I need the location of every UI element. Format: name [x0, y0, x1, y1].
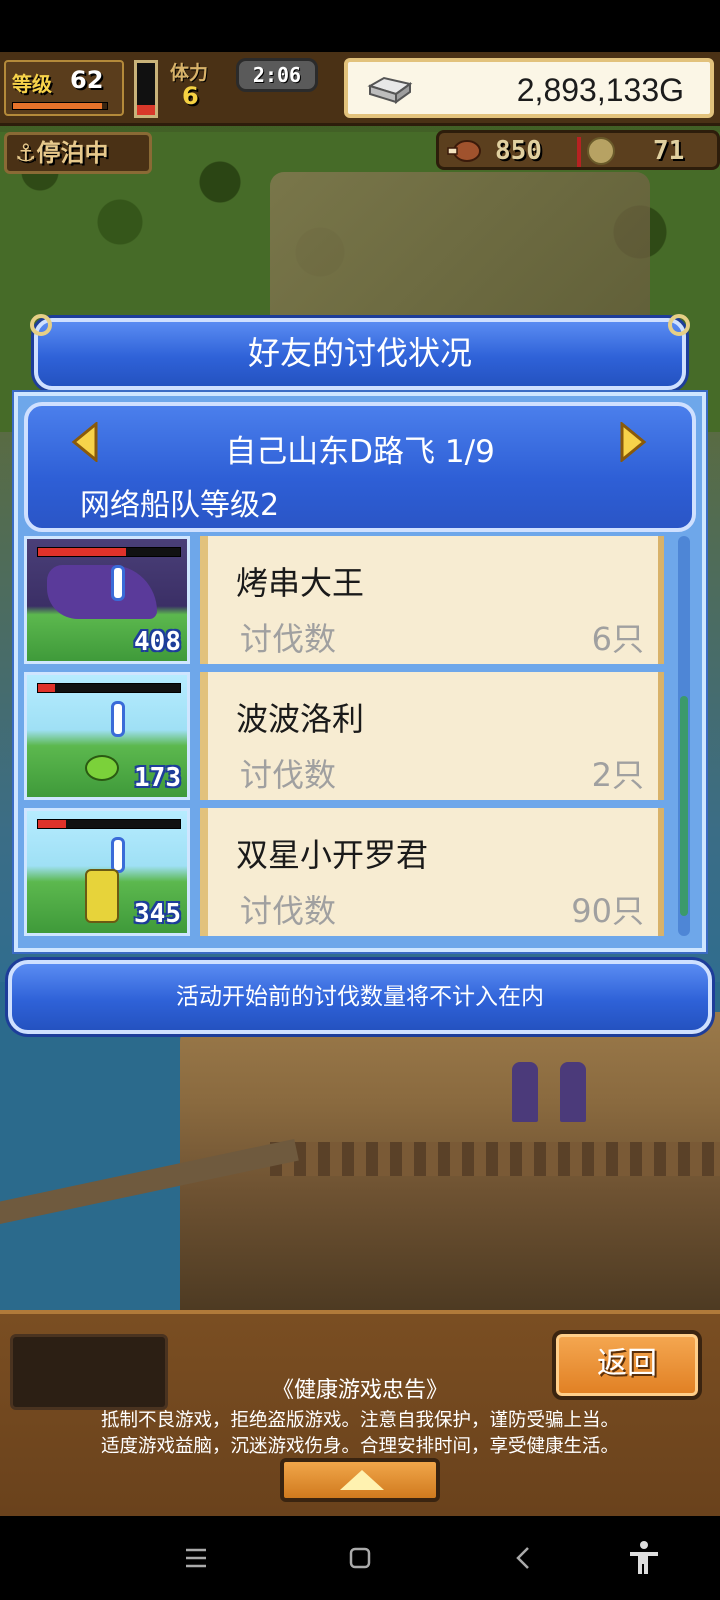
- stamina-gauge: [134, 60, 158, 118]
- anchor-icon: ⚓: [15, 139, 37, 167]
- exclamation-icon: [111, 701, 125, 737]
- expand-menu-button[interactable]: [280, 1458, 440, 1502]
- fleet-level: 网络船队等级2: [80, 488, 280, 523]
- hunt-count-value: 90只: [571, 892, 644, 930]
- friend-name: 自己山东D路飞 1/9: [225, 434, 495, 470]
- hp-bar-fill: [38, 684, 56, 692]
- chevron-right-icon[interactable]: [618, 422, 648, 462]
- harbor-status-text: 停泊中: [36, 139, 109, 167]
- home-icon[interactable]: [340, 1538, 380, 1578]
- list-item[interactable]: 345 双星小开罗君 讨伐数 90只: [24, 808, 674, 940]
- monster-sprite: [47, 565, 157, 619]
- monster-name: 双星小开罗君: [236, 836, 429, 874]
- medal-icon: [587, 137, 615, 165]
- menu-icon[interactable]: [176, 1538, 216, 1578]
- list-item[interactable]: 408 烤串大王 讨伐数 6只: [24, 536, 674, 668]
- top-hud: 等级 62 体力 6 2:06 2,893,133G: [0, 52, 720, 126]
- hunt-count-value: 2只: [591, 756, 644, 794]
- monster-sprite: [85, 869, 119, 923]
- hp-bar-fill: [38, 820, 67, 828]
- monster-name: 波波洛利: [236, 700, 365, 738]
- hunt-count-label: 讨伐数: [240, 892, 337, 930]
- exclamation-icon: [111, 837, 125, 873]
- crew-member: [512, 1062, 538, 1122]
- monster-thumbnail: 345: [24, 808, 190, 936]
- hunt-count-label: 讨伐数: [240, 620, 337, 658]
- hunt-card: 波波洛利 讨伐数 2只: [200, 672, 664, 800]
- harbor-status-badge: ⚓停泊中: [4, 132, 152, 174]
- friend-hunt-panel: 自己山东D路飞 1/9 网络船队等级2 408 烤串大王 讨伐数 6只 173 …: [14, 392, 706, 952]
- caret-up-icon: [340, 1470, 384, 1490]
- stamina-timer: 2:06: [236, 58, 318, 92]
- resource-divider: [577, 137, 581, 167]
- level-label: 等级: [12, 72, 52, 96]
- level-value: 62: [70, 66, 104, 94]
- level-progress-bar: [12, 102, 108, 110]
- level-progress-fill: [13, 103, 103, 109]
- dialog-title: 好友的讨伐状况: [34, 318, 686, 390]
- resource-bar: 850 71: [436, 130, 720, 170]
- monster-sprite: [85, 755, 119, 781]
- stamina-value: 6: [182, 82, 199, 110]
- monster-thumbnail: 173: [24, 672, 190, 800]
- hunt-card: 双星小开罗君 讨伐数 90只: [200, 808, 664, 936]
- health-advice-title: 《健康游戏忠告》: [271, 1378, 448, 1403]
- health-advice-line: 适度游戏益脑，沉迷游戏伤身。合理安排时间，享受健康生活。: [100, 1436, 619, 1457]
- system-nav-bar: [0, 1516, 720, 1600]
- monster-thumbnail: 408: [24, 536, 190, 664]
- health-advice-line: 抵制不良游戏，拒绝盗版游戏。注意自我保护，谨防受骗上当。: [100, 1410, 619, 1431]
- corner-ornament: [668, 314, 690, 336]
- list-item[interactable]: 173 波波洛利 讨伐数 2只: [24, 672, 674, 804]
- food-value: 850: [495, 136, 542, 166]
- stamina-gauge-fill: [137, 104, 155, 115]
- notice-banner: 活动开始前的讨伐数量将不计入在内: [8, 960, 712, 1034]
- monster-count: 408: [134, 627, 181, 657]
- crew-member: [560, 1062, 586, 1122]
- hunt-count-label: 讨伐数: [240, 756, 337, 794]
- hp-bar: [37, 683, 181, 693]
- level-box: 等级 62: [4, 60, 124, 116]
- scrollbar-thumb[interactable]: [680, 696, 688, 916]
- back-nav-icon[interactable]: [504, 1538, 544, 1578]
- hp-bar-fill: [38, 548, 127, 556]
- bottom-panel: 返回 《健康游戏忠告》 抵制不良游戏，拒绝盗版游戏。注意自我保护，谨防受骗上当。…: [0, 1310, 720, 1516]
- silver-bar-icon: [367, 76, 413, 104]
- rock-cliff: [270, 172, 650, 332]
- exclamation-icon: [111, 565, 125, 601]
- monster-name: 烤串大王: [236, 564, 365, 602]
- accessibility-icon[interactable]: [624, 1538, 664, 1578]
- hunt-count-value: 6只: [591, 620, 644, 658]
- friend-header: 自己山东D路飞 1/9 网络船队等级2: [24, 402, 696, 532]
- hunt-card: 烤串大王 讨伐数 6只: [200, 536, 664, 664]
- stamina-label: 体力: [170, 62, 209, 84]
- gold-box: 2,893,133G: [344, 58, 714, 118]
- medal-value: 71: [653, 136, 685, 166]
- meat-icon: [447, 140, 481, 162]
- notice-text: 活动开始前的讨伐数量将不计入在内: [176, 984, 544, 1010]
- list-scrollbar[interactable]: [678, 536, 690, 936]
- monster-count: 345: [134, 899, 181, 929]
- ship-rail: [270, 1142, 720, 1176]
- corner-ornament: [30, 314, 52, 336]
- monster-count: 173: [134, 763, 181, 793]
- gold-amount: 2,893,133G: [516, 72, 684, 108]
- hunt-list[interactable]: 408 烤串大王 讨伐数 6只 173 波波洛利 讨伐数 2只 345 双星小开…: [24, 536, 674, 946]
- hp-bar: [37, 547, 181, 557]
- hp-bar: [37, 819, 181, 829]
- dialog-title-text: 好友的讨伐状况: [247, 334, 472, 372]
- system-status-bar: [0, 0, 720, 52]
